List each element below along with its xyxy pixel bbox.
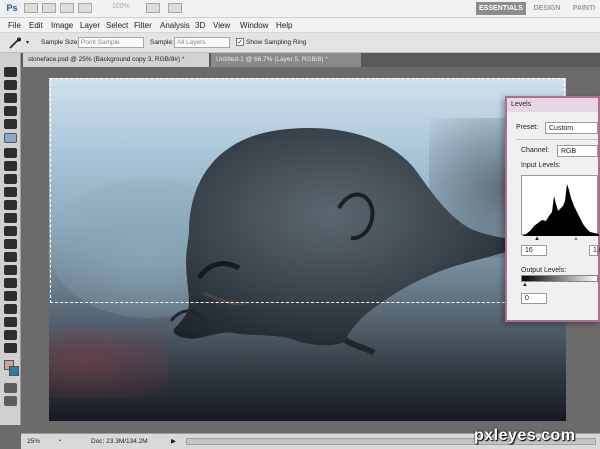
workspace-design[interactable]: DESIGN [530, 2, 564, 15]
show-ring-label: Show Sampling Ring [246, 39, 307, 46]
status-arrow-icon[interactable]: ▶ [171, 434, 176, 449]
gradient-tool-icon[interactable] [4, 213, 17, 223]
document-size: Doc: 23.3M/134.2M [91, 438, 148, 445]
sample-label: Sample: [150, 39, 174, 46]
menu-filter[interactable]: Filter [134, 20, 152, 32]
minibridge-button[interactable] [42, 3, 56, 13]
quick-mask-icon[interactable] [4, 383, 17, 393]
input-gray-slider[interactable]: ▲ [573, 236, 579, 242]
menu-window[interactable]: Window [240, 20, 268, 32]
menu-select[interactable]: Select [106, 20, 128, 32]
show-ring-checkbox[interactable]: ✓ [236, 38, 244, 46]
clone-stamp-tool-icon[interactable] [4, 174, 17, 184]
healing-brush-tool-icon[interactable] [4, 148, 17, 158]
eyedropper-icon[interactable] [8, 37, 22, 49]
menu-layer[interactable]: Layer [80, 20, 100, 32]
crop-tool-icon[interactable] [4, 119, 17, 129]
hand-tool-icon[interactable] [4, 330, 17, 340]
3d-rotate-tool-icon[interactable] [4, 304, 17, 314]
zoom-tool-icon[interactable] [4, 343, 17, 353]
preset-label: Preset: [516, 124, 539, 131]
zoom-level-display[interactable]: 100% [112, 3, 130, 10]
3d-orbit-tool-icon[interactable] [4, 317, 17, 327]
sample-size-label: Sample Size: [41, 39, 80, 46]
path-selection-tool-icon[interactable] [4, 278, 17, 288]
channel-select[interactable]: RGB [557, 145, 598, 157]
workspace-painting[interactable]: PAINTI [568, 2, 600, 15]
output-gradient [521, 275, 598, 282]
tools-panel [0, 53, 21, 425]
status-info-icon[interactable]: ◔ [57, 434, 61, 449]
screen-mode-button[interactable] [78, 3, 92, 13]
quick-select-tool-icon[interactable] [4, 106, 17, 116]
history-brush-tool-icon[interactable] [4, 187, 17, 197]
histogram [521, 175, 599, 236]
input-levels-label: Input Levels: [521, 162, 561, 169]
menu-view[interactable]: View [213, 20, 230, 32]
document-tab-bar: stoneface.psd @ 25% (Background copy 3, … [21, 53, 600, 67]
input-black-field[interactable]: 16 [521, 245, 547, 256]
dodge-tool-icon[interactable] [4, 239, 17, 249]
levels-dialog: Levels Preset: Custom Channel: RGB Input… [505, 96, 600, 322]
output-black-slider[interactable]: ▲ [522, 282, 528, 288]
menu-image[interactable]: Image [51, 20, 73, 32]
menu-file[interactable]: File [8, 20, 21, 32]
menu-help[interactable]: Help [276, 20, 292, 32]
input-gray-field[interactable]: 1,6 [589, 245, 600, 256]
tab-untitled[interactable]: Untitled-1 @ 66.7% (Layer 5, RGB/8) * [211, 53, 361, 67]
levels-title[interactable]: Levels [507, 98, 598, 112]
document-canvas[interactable] [49, 78, 566, 421]
tool-preset-chevron-icon[interactable]: ▾ [26, 39, 29, 46]
menu-analysis[interactable]: Analysis [160, 20, 190, 32]
selection-marquee [50, 78, 565, 303]
sample-size-select[interactable]: Point Sample [78, 37, 144, 48]
input-black-slider[interactable]: ▲ [534, 236, 540, 242]
menu-3d[interactable]: 3D [195, 20, 205, 32]
sample-select[interactable]: All Layers [174, 37, 230, 48]
output-black-field[interactable]: 0 [521, 293, 547, 304]
photoshop-logo: Ps [4, 2, 20, 15]
screen-mode-icon[interactable] [4, 396, 17, 406]
view-extras-button[interactable] [60, 3, 74, 13]
divider [516, 139, 598, 140]
move-tool-icon[interactable] [4, 67, 17, 77]
marquee-tool-icon[interactable] [4, 80, 17, 90]
eyedropper-tool-icon[interactable] [4, 133, 17, 143]
pen-tool-icon[interactable] [4, 252, 17, 262]
brush-tool-icon[interactable] [4, 161, 17, 171]
workspace-essentials[interactable]: ESSENTIALS [476, 2, 526, 15]
channel-label: Channel: [521, 147, 550, 154]
background-color-swatch[interactable] [9, 366, 19, 376]
bridge-button[interactable] [24, 3, 38, 13]
tab-stoneface[interactable]: stoneface.psd @ 25% (Background copy 3, … [23, 53, 209, 67]
preset-select[interactable]: Custom [545, 122, 598, 134]
pxleyes-watermark: pxleyes.com [474, 427, 576, 444]
shape-tool-icon[interactable] [4, 291, 17, 301]
screen-mode-menu-button[interactable] [168, 3, 182, 13]
blur-tool-icon[interactable] [4, 226, 17, 236]
menu-bar: File Edit Image Layer Select Filter Anal… [0, 18, 600, 33]
arrange-documents-button[interactable] [146, 3, 160, 13]
eraser-tool-icon[interactable] [4, 200, 17, 210]
zoom-status[interactable]: 25% [27, 434, 40, 449]
lasso-tool-icon[interactable] [4, 93, 17, 103]
tool-options-bar: ▾ Sample Size: Point Sample Sample: All … [0, 33, 600, 53]
type-tool-icon[interactable] [4, 265, 17, 275]
menu-edit[interactable]: Edit [29, 20, 43, 32]
